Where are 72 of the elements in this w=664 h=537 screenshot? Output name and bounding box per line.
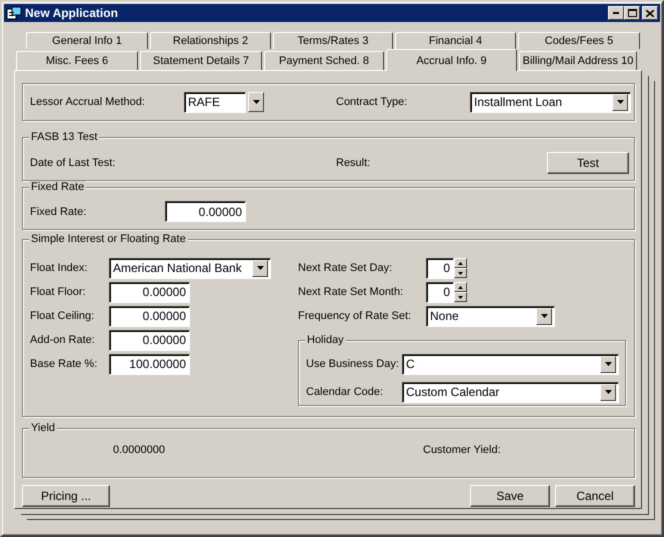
spin-up-button[interactable] (454, 258, 467, 268)
input-field[interactable]: 0.00000 (109, 306, 190, 326)
group-title: Simple Interest or Floating Rate (29, 233, 188, 245)
spin-down-button[interactable] (454, 292, 467, 302)
maximize-button[interactable] (624, 6, 640, 20)
field-label: Calendar Code: (306, 386, 384, 398)
dropdown-arrow-icon (604, 362, 612, 366)
maximize-icon (628, 9, 636, 17)
input-field[interactable]: 0.00000 (109, 330, 190, 350)
app-icon (6, 6, 22, 20)
dropdown-arrow-icon (604, 390, 612, 394)
field-label: Float Ceiling: (30, 310, 96, 322)
window-title: New Application (25, 6, 119, 20)
up-arrow-icon (458, 286, 463, 288)
field-label: Frequency of Rate Set: (298, 310, 412, 322)
dialog-button[interactable]: Save (470, 485, 550, 507)
tab[interactable]: General Info 1 (26, 32, 148, 49)
dropdown-field[interactable]: Custom Calendar (402, 382, 619, 402)
tab[interactable]: Billing/Mail Address 10 (519, 51, 637, 70)
field-label: Date of Last Test: (30, 157, 116, 169)
field-label: Float Floor: (30, 286, 87, 298)
close-button[interactable] (642, 6, 658, 20)
field-label: Contract Type: (336, 96, 408, 108)
tab[interactable]: Statement Details 7 (140, 51, 262, 70)
down-arrow-icon (458, 272, 463, 274)
dropdown-field[interactable]: None (426, 306, 555, 326)
group-title: FASB 13 Test (29, 131, 100, 143)
dropdown-button[interactable] (248, 92, 264, 112)
dropdown-field[interactable]: American National Bank (109, 258, 271, 278)
tab[interactable]: Terms/Rates 3 (273, 32, 393, 49)
input-field[interactable]: 0 (426, 282, 454, 302)
field-label: Result: (336, 157, 372, 169)
tab[interactable]: Codes/Fees 5 (518, 32, 640, 49)
dropdown-arrow-icon (616, 100, 624, 104)
group-title: Holiday (305, 334, 346, 346)
group-title: Fixed Rate (29, 181, 86, 193)
tab[interactable]: Relationships 2 (150, 32, 271, 49)
dialog-button[interactable]: Cancel (555, 485, 635, 507)
dropdown-field[interactable]: RAFE (184, 92, 246, 112)
dropdown-arrow-icon (540, 314, 548, 318)
tab[interactable]: Accrual Info. 9 (386, 49, 517, 71)
input-field[interactable]: 0 (426, 258, 454, 278)
yield-value: 0.0000000 (113, 444, 166, 456)
close-icon (646, 10, 654, 16)
input-field[interactable]: 0.00000 (165, 201, 246, 222)
test-button[interactable]: Test (547, 152, 629, 174)
tab[interactable]: Payment Sched. 8 (264, 51, 384, 70)
field-label: Next Rate Set Day: (298, 262, 394, 274)
dropdown-arrow-icon (252, 100, 260, 104)
tab[interactable]: Misc. Fees 6 (16, 51, 138, 70)
tab[interactable]: Financial 4 (395, 32, 516, 49)
down-arrow-icon (458, 296, 463, 298)
dropdown-field[interactable]: Installment Loan (470, 92, 631, 112)
dropdown-field[interactable]: C (402, 354, 619, 374)
input-field[interactable]: 0.00000 (109, 282, 190, 302)
field-label: Lessor Accrual Method: (30, 96, 146, 108)
up-arrow-icon (458, 262, 463, 264)
input-field[interactable]: 100.00000 (109, 354, 190, 374)
pricing-button[interactable]: Pricing ... (22, 485, 110, 507)
field-label: Fixed Rate: (30, 206, 88, 218)
field-label: Add-on Rate: (30, 334, 96, 346)
field-label: Base Rate %: (30, 358, 98, 370)
minimize-button[interactable] (608, 6, 624, 20)
spin-up-button[interactable] (454, 282, 467, 292)
minimize-icon (613, 12, 619, 14)
field-label: Next Rate Set Month: (298, 286, 404, 298)
group-title: Yield (29, 422, 58, 434)
field-label: Use Business Day: (306, 358, 400, 370)
field-label: Float Index: (30, 262, 88, 274)
dropdown-arrow-icon (256, 266, 264, 270)
spin-down-button[interactable] (454, 268, 467, 278)
field-label: Customer Yield: (423, 444, 501, 456)
